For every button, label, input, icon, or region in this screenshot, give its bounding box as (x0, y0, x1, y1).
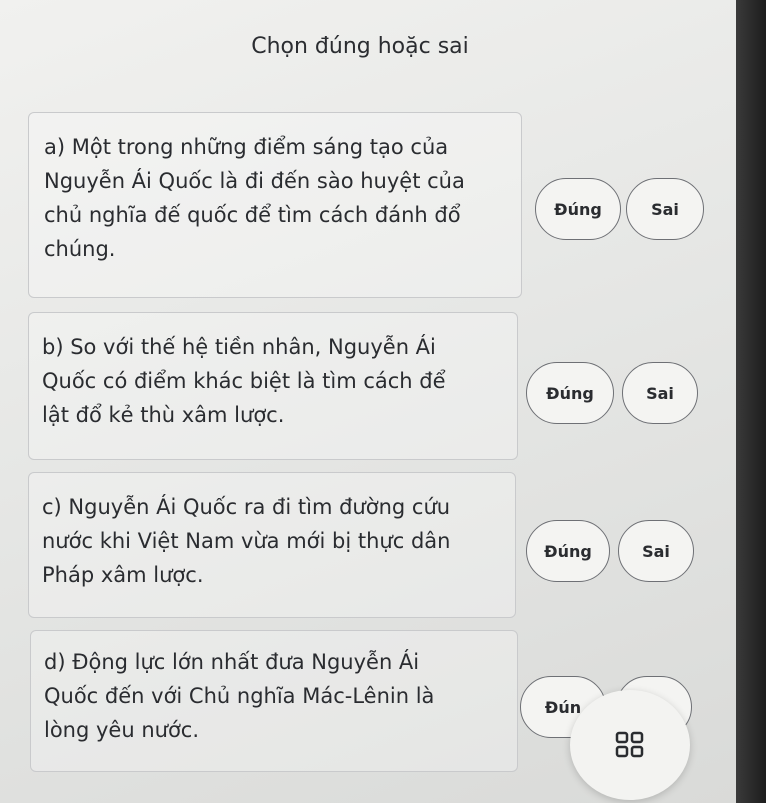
question-line: Quốc có điểm khác biệt là tìm cách để (42, 369, 446, 393)
false-button-b[interactable]: Sai (622, 362, 698, 424)
question-line: chủ nghĩa đế quốc để tìm cách đánh đổ (44, 203, 461, 227)
question-line: b) So với thế hệ tiền nhân, Nguyễn Ái (42, 335, 436, 359)
question-line: nước khi Việt Nam vừa mới bị thực dân (42, 529, 451, 553)
true-button-b[interactable]: Đúng (526, 362, 614, 424)
false-button-c[interactable]: Sai (618, 520, 694, 582)
question-text-a: a) Một trong những điểm sáng tạo của Ngu… (44, 130, 465, 266)
question-text-b: b) So với thế hệ tiền nhân, Nguyễn Ái Qu… (42, 330, 446, 432)
false-button-a[interactable]: Sai (626, 178, 704, 240)
question-text-c: c) Nguyễn Ái Quốc ra đi tìm đường cứu nư… (42, 490, 450, 592)
true-button-a[interactable]: Đúng (535, 178, 621, 240)
question-line: chúng. (44, 237, 116, 261)
question-line: lòng yêu nước. (44, 718, 200, 742)
question-line: d) Động lực lớn nhất đưa Nguyễn Ái (44, 650, 420, 674)
grid-icon (615, 731, 644, 758)
question-line: c) Nguyễn Ái Quốc ra đi tìm đường cứu (42, 495, 451, 519)
screen-bezel (736, 0, 766, 803)
question-line: Nguyễn Ái Quốc là đi đến sào huyệt của (44, 169, 465, 193)
question-line: Quốc đến với Chủ nghĩa Mác-Lênin là (44, 684, 435, 708)
true-button-c[interactable]: Đúng (526, 520, 610, 582)
page-title: Chọn đúng hoặc sai (251, 34, 469, 59)
menu-fab-button[interactable] (570, 690, 690, 800)
question-line: a) Một trong những điểm sáng tạo của (44, 135, 449, 159)
question-line: lật đổ kẻ thù xâm lược. (42, 403, 285, 427)
question-text-d: d) Động lực lớn nhất đưa Nguyễn Ái Quốc … (44, 645, 434, 747)
question-line: Pháp xâm lược. (42, 563, 204, 587)
